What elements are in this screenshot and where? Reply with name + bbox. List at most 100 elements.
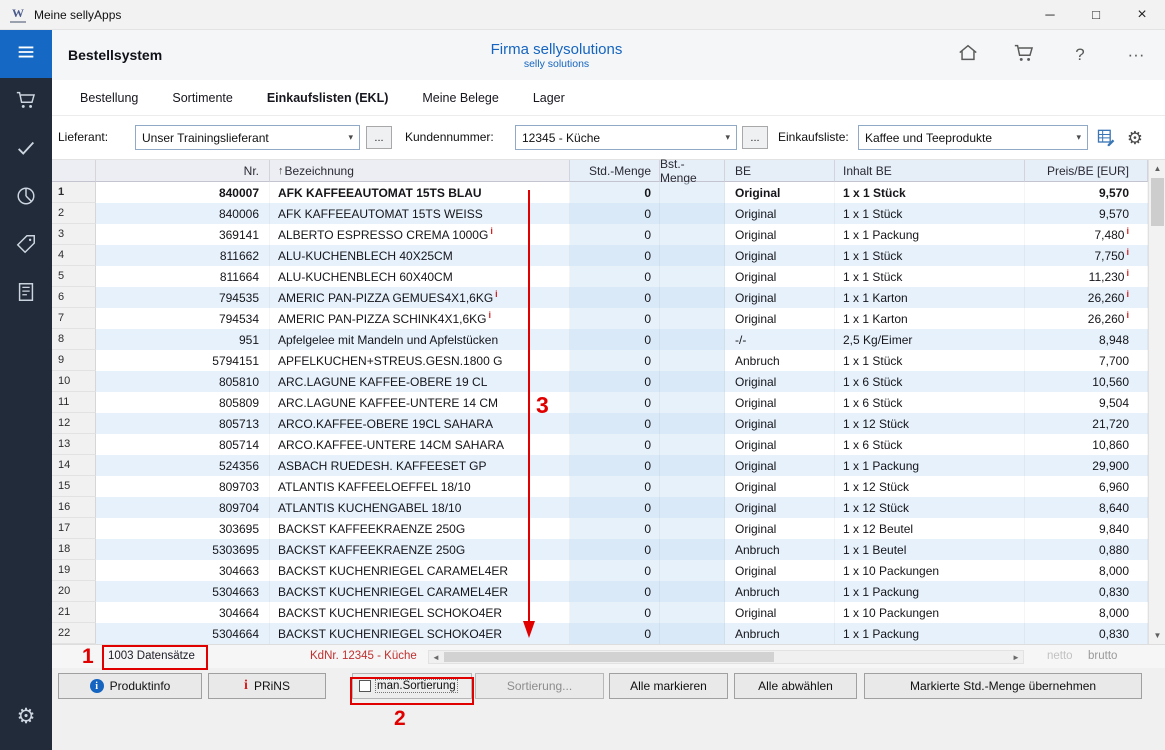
tab-bestellung[interactable]: Bestellung [80,91,138,105]
tab-lager[interactable]: Lager [533,91,565,105]
sidebar-item-tasks[interactable] [0,126,52,174]
table-row[interactable]: 8 951 Apfelgelee mit Mandeln und Apfelst… [52,329,1165,350]
table-row[interactable]: 20 5304663 BACKST KUCHENRIEGEL CARAMEL4E… [52,581,1165,602]
table-row[interactable]: 2 840006 AFK KAFFEEAUTOMAT 15TS WEISS 0 … [52,203,1165,224]
alle-markieren-button[interactable]: Alle markieren [609,673,728,699]
edit-list-button[interactable] [1095,127,1117,149]
scroll-right-icon[interactable]: ► [1009,651,1023,663]
cell-bezeichnung: ARC.LAGUNE KAFFEE-UNTERE 14 CM [270,392,570,413]
cell-std-menge[interactable]: 0 [570,329,660,350]
table-row[interactable]: 22 5304664 BACKST KUCHENRIEGEL SCHOKO4ER… [52,623,1165,644]
man-sortierung-checkbox[interactable] [359,680,371,692]
cell-std-menge[interactable]: 0 [570,434,660,455]
table-row[interactable]: 19 304663 BACKST KUCHENRIEGEL CARAMEL4ER… [52,560,1165,581]
table-row[interactable]: 17 303695 BACKST KAFFEEKRAENZE 250G 0 Or… [52,518,1165,539]
col-bst-menge[interactable]: Bst.-Menge [660,160,725,182]
einkaufsliste-select[interactable]: Kaffee und Teeprodukte ▾ [858,125,1088,150]
tab-meine-belege[interactable]: Meine Belege [422,91,498,105]
table-row[interactable]: 13 805714 ARCO.KAFFEE-UNTERE 14CM SAHARA… [52,434,1165,455]
cell-std-menge[interactable]: 0 [570,413,660,434]
brutto-toggle[interactable]: brutto [1088,650,1117,662]
cell-std-menge[interactable]: 0 [570,350,660,371]
cell-std-menge[interactable]: 0 [570,476,660,497]
cell-std-menge[interactable]: 0 [570,371,660,392]
tab-sortimente[interactable]: Sortimente [172,91,232,105]
table-row[interactable]: 11 805809 ARC.LAGUNE KAFFEE-UNTERE 14 CM… [52,392,1165,413]
col-be[interactable]: BE [725,160,835,182]
produktinfo-button[interactable]: i Produktinfo [58,673,202,699]
vertical-scrollbar[interactable]: ▲ ▼ [1148,160,1165,644]
list-settings-button[interactable]: ⚙ [1124,127,1146,149]
cell-std-menge[interactable]: 0 [570,203,660,224]
netto-toggle[interactable]: netto [1047,650,1073,662]
row-number: 11 [52,392,96,413]
col-preis[interactable]: Preis/BE [EUR] [1025,160,1148,182]
sidebar-item-statistics[interactable] [0,174,52,222]
cell-std-menge[interactable]: 0 [570,224,660,245]
table-row[interactable]: 1 840007 AFK KAFFEEAUTOMAT 15TS BLAU 0 O… [52,182,1165,203]
table-row[interactable]: 12 805713 ARCO.KAFFEE-OBERE 19CL SAHARA … [52,413,1165,434]
home-button[interactable] [953,40,983,70]
lieferant-select[interactable]: Unser Trainingslieferant ▾ [135,125,360,150]
tab-einkaufslisten[interactable]: Einkaufslisten (EKL) [267,91,389,105]
row-number: 9 [52,350,96,371]
cell-std-menge[interactable]: 0 [570,182,660,203]
maximize-button[interactable]: □ [1073,0,1119,30]
lieferant-more-button[interactable]: ... [366,126,392,149]
cell-std-menge[interactable]: 0 [570,539,660,560]
cell-std-menge[interactable]: 0 [570,602,660,623]
prins-button[interactable]: i PRiNS [208,673,326,699]
table-row[interactable]: 18 5303695 BACKST KAFFEEKRAENZE 250G 0 A… [52,539,1165,560]
cell-std-menge[interactable]: 0 [570,518,660,539]
table-row[interactable]: 16 809704 ATLANTIS KUCHENGABEL 18/10 0 O… [52,497,1165,518]
cell-nr: 811662 [96,245,270,266]
col-inhalt-be[interactable]: Inhalt BE [835,160,1025,182]
man-sortierung-panel[interactable]: man.Sortierung [352,673,472,699]
scroll-left-icon[interactable]: ◄ [429,651,443,663]
table-row[interactable]: 6 794535 AMERIC PAN-PIZZA GEMUES4X1,6KGi… [52,287,1165,308]
table-row[interactable]: 9 5794151 APFELKUCHEN+STREUS.GESN.1800 G… [52,350,1165,371]
table-row[interactable]: 5 811664 ALU-KUCHENBLECH 60X40CM 0 Origi… [52,266,1165,287]
kundennummer-select[interactable]: 12345 - Küche ▾ [515,125,737,150]
settings-gear-icon[interactable]: ⚙ [0,692,52,740]
vertical-scroll-thumb[interactable] [1151,178,1164,226]
cell-std-menge[interactable]: 0 [570,560,660,581]
cell-std-menge[interactable]: 0 [570,392,660,413]
cell-std-menge[interactable]: 0 [570,245,660,266]
cell-std-menge[interactable]: 0 [570,581,660,602]
help-button[interactable]: ? [1065,40,1095,70]
alle-abwaehlen-button[interactable]: Alle abwählen [734,673,857,699]
table-row[interactable]: 7 794534 AMERIC PAN-PIZZA SCHINK4X1,6KGi… [52,308,1165,329]
horizontal-scrollbar[interactable]: ◄ ► [428,650,1024,664]
record-count: 1003 Datensätze [108,650,195,662]
table-row[interactable]: 15 809703 ATLANTIS KAFFEELOEFFEL 18/10 0… [52,476,1165,497]
col-nr[interactable]: Nr. [96,160,270,182]
cell-std-menge[interactable]: 0 [570,623,660,644]
col-bezeichnung[interactable]: ↑ Bezeichnung [270,160,570,182]
kundennummer-more-button[interactable]: ... [742,126,768,149]
close-button[interactable]: × [1119,0,1165,30]
table-row[interactable]: 3 369141 ALBERTO ESPRESSO CREMA 1000Gi 0… [52,224,1165,245]
scroll-up-icon[interactable]: ▲ [1149,160,1165,177]
horizontal-scroll-thumb[interactable] [444,652,774,662]
menu-button[interactable] [0,30,52,78]
cell-std-menge[interactable]: 0 [570,455,660,476]
table-row[interactable]: 14 524356 ASBACH RUEDESH. KAFFEESET GP 0… [52,455,1165,476]
table-row[interactable]: 4 811662 ALU-KUCHENBLECH 40X25CM 0 Origi… [52,245,1165,266]
cell-std-menge[interactable]: 0 [570,266,660,287]
cell-preis: 6,960 [1025,476,1148,497]
uebernehmen-button[interactable]: Markierte Std.-Menge übernehmen [864,673,1142,699]
table-row[interactable]: 21 304664 BACKST KUCHENRIEGEL SCHOKO4ER … [52,602,1165,623]
sidebar-item-bestellsystem[interactable] [0,78,52,126]
col-std-menge[interactable]: Std.-Menge [570,160,660,182]
sidebar-item-offers[interactable] [0,222,52,270]
scroll-down-icon[interactable]: ▼ [1149,627,1165,644]
more-options-button[interactable]: ··· [1121,40,1151,70]
cart-button[interactable] [1009,40,1039,70]
cell-std-menge[interactable]: 0 [570,497,660,518]
table-row[interactable]: 10 805810 ARC.LAGUNE KAFFEE-OBERE 19 CL … [52,371,1165,392]
cell-std-menge[interactable]: 0 [570,287,660,308]
sidebar-item-catalog[interactable] [0,270,52,318]
minimize-button[interactable]: ─ [1027,0,1073,30]
cell-std-menge[interactable]: 0 [570,308,660,329]
